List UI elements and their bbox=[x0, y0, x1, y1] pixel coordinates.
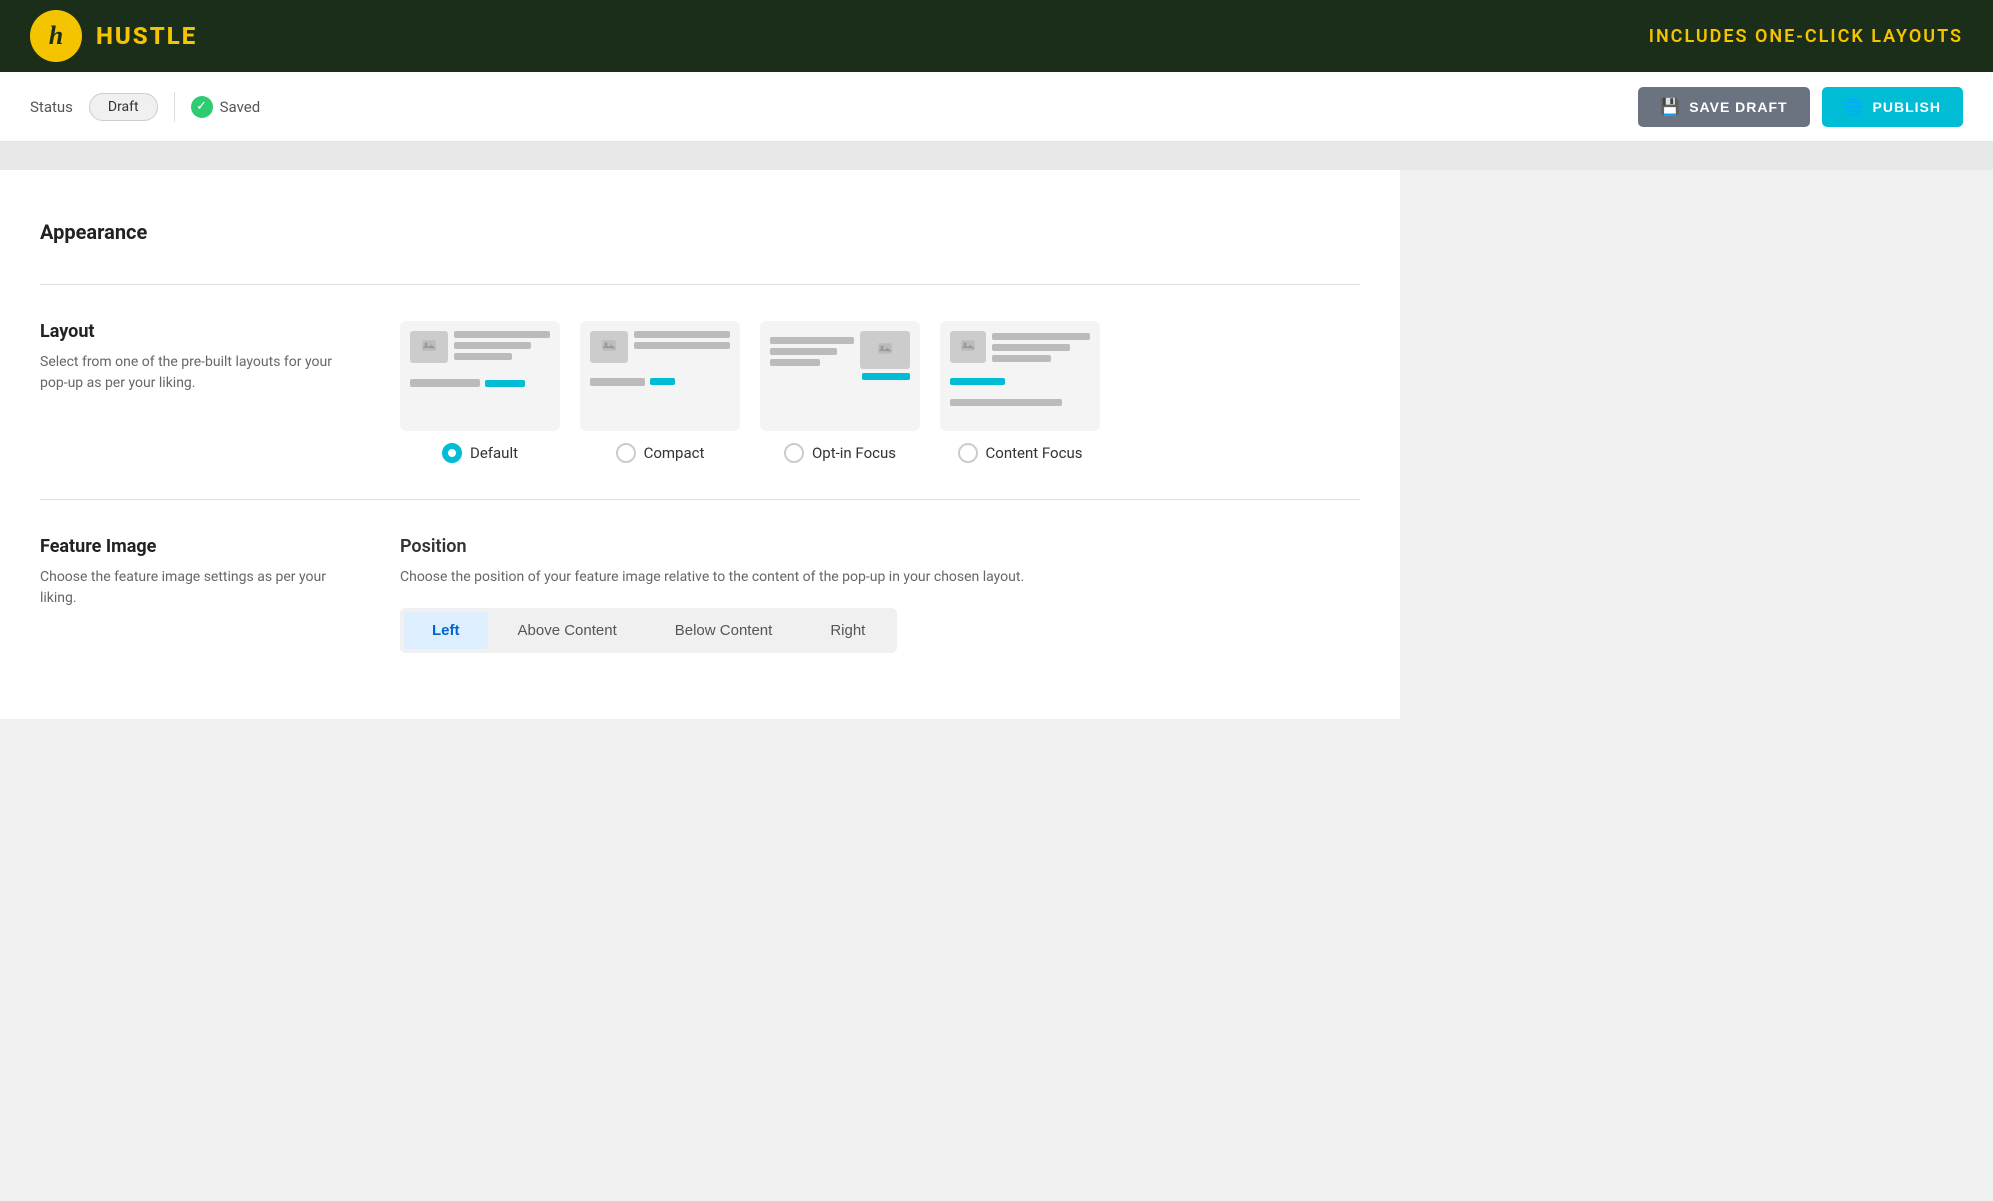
feature-image-left: Feature Image Choose the feature image s… bbox=[40, 536, 360, 653]
header: h HUSTLE INCLUDES ONE-CLICK LAYOUTS bbox=[0, 0, 1993, 72]
feature-image-heading: Feature Image bbox=[40, 536, 360, 557]
layout-left: Layout Select from one of the pre-built … bbox=[40, 321, 360, 463]
layout-label-compact: Compact bbox=[644, 444, 705, 462]
layout-label-content-focus: Content Focus bbox=[986, 444, 1083, 462]
position-tabs: Left Above Content Below Content Right bbox=[400, 608, 897, 653]
status-badge: Draft bbox=[89, 93, 158, 121]
layout-radio-default[interactable]: Default bbox=[442, 443, 518, 463]
toolbar-right: 💾 SAVE DRAFT 🌐 PUBLISH bbox=[1638, 87, 1963, 127]
layout-options: Default bbox=[400, 321, 1100, 463]
position-section: Position Choose the position of your fea… bbox=[400, 536, 1360, 653]
layout-preview-default bbox=[400, 321, 560, 431]
layout-radio-opt-in-focus[interactable]: Opt-in Focus bbox=[784, 443, 896, 463]
layout-preview-content-focus bbox=[940, 321, 1100, 431]
position-tab-below-content[interactable]: Below Content bbox=[647, 612, 801, 649]
saved-status: ✓ Saved bbox=[191, 96, 261, 118]
layout-section: Layout Select from one of the pre-built … bbox=[40, 285, 1360, 499]
check-icon: ✓ bbox=[191, 96, 213, 118]
radio-default[interactable] bbox=[442, 443, 462, 463]
position-label: Position bbox=[400, 536, 1360, 557]
layout-card-opt-in-focus[interactable]: Opt-in Focus bbox=[760, 321, 920, 463]
layout-preview-opt-in-focus bbox=[760, 321, 920, 431]
header-tagline: INCLUDES ONE-CLICK LAYOUTS bbox=[1649, 26, 1963, 47]
radio-opt-in-focus[interactable] bbox=[784, 443, 804, 463]
radio-compact[interactable] bbox=[616, 443, 636, 463]
layout-card-default[interactable]: Default bbox=[400, 321, 560, 463]
layout-card-content-focus[interactable]: Content Focus bbox=[940, 321, 1100, 463]
publish-icon: 🌐 bbox=[1844, 97, 1865, 117]
save-draft-button[interactable]: 💾 SAVE DRAFT bbox=[1638, 87, 1809, 127]
brand-name: HUSTLE bbox=[96, 22, 197, 50]
toolbar-left: Status Draft ✓ Saved bbox=[30, 92, 1638, 122]
logo-icon: h bbox=[30, 10, 82, 62]
header-left: h HUSTLE bbox=[30, 10, 197, 62]
save-draft-label: SAVE DRAFT bbox=[1689, 99, 1787, 115]
appearance-title: Appearance bbox=[40, 220, 1360, 244]
publish-label: PUBLISH bbox=[1873, 99, 1941, 115]
main-content: Appearance Layout Select from one of the… bbox=[0, 170, 1400, 719]
position-tab-left[interactable]: Left bbox=[404, 612, 488, 649]
toolbar: Status Draft ✓ Saved 💾 SAVE DRAFT 🌐 PUBL… bbox=[0, 72, 1993, 142]
status-label: Status bbox=[30, 98, 73, 116]
position-tab-above-content[interactable]: Above Content bbox=[490, 612, 645, 649]
radio-content-focus[interactable] bbox=[958, 443, 978, 463]
feature-image-section: Feature Image Choose the feature image s… bbox=[40, 500, 1360, 689]
save-draft-icon: 💾 bbox=[1660, 97, 1681, 117]
saved-text: Saved bbox=[220, 98, 261, 116]
layout-label-opt-in-focus: Opt-in Focus bbox=[812, 444, 896, 462]
layout-heading: Layout bbox=[40, 321, 360, 342]
layout-radio-content-focus[interactable]: Content Focus bbox=[958, 443, 1083, 463]
layout-radio-compact[interactable]: Compact bbox=[616, 443, 705, 463]
layout-card-compact[interactable]: Compact bbox=[580, 321, 740, 463]
publish-button[interactable]: 🌐 PUBLISH bbox=[1822, 87, 1963, 127]
gray-bar bbox=[0, 142, 1993, 170]
layout-description: Select from one of the pre-built layouts… bbox=[40, 352, 360, 394]
toolbar-divider bbox=[174, 92, 175, 122]
position-description: Choose the position of your feature imag… bbox=[400, 567, 1360, 588]
layout-preview-compact bbox=[580, 321, 740, 431]
position-tab-right[interactable]: Right bbox=[802, 612, 893, 649]
layout-label-default: Default bbox=[470, 444, 518, 462]
feature-image-description: Choose the feature image settings as per… bbox=[40, 567, 360, 609]
